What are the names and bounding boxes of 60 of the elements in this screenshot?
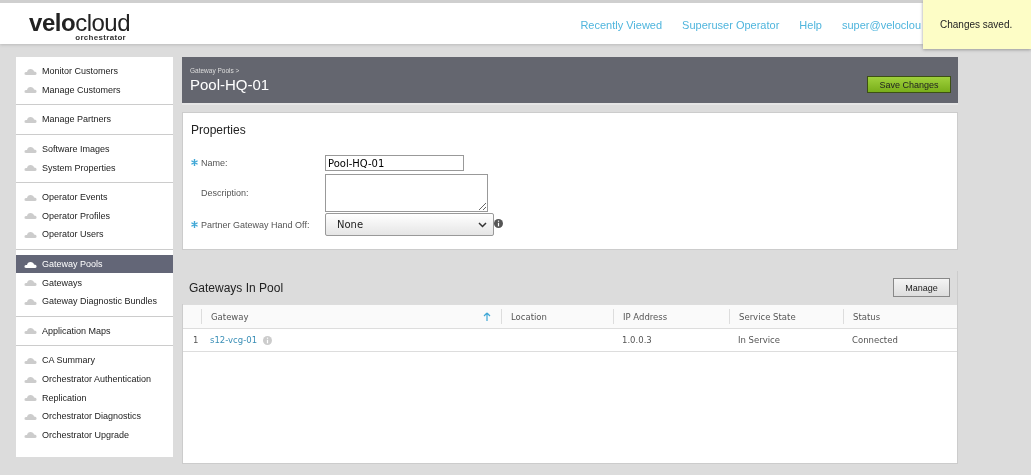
name-field[interactable]: Pool-HQ-01 (325, 155, 464, 171)
gateway-link[interactable]: s12-vcg-01 (210, 335, 258, 345)
sidebar-item[interactable]: Gateway Pools (16, 254, 173, 274)
cloud-icon (24, 212, 37, 220)
sidebar-item[interactable]: Software Images (16, 139, 173, 159)
column-header[interactable]: Location (511, 311, 547, 322)
sidebar-item[interactable]: Orchestrator Diagnostics (16, 406, 173, 426)
cloud-icon (24, 297, 37, 305)
dropdown[interactable]: None (325, 213, 494, 236)
cloud-icon (24, 145, 37, 153)
sidebar-item[interactable]: Orchestrator Authentication (16, 369, 173, 389)
cloud-icon (24, 67, 37, 75)
sidebar-item[interactable]: Manage Partners (16, 110, 173, 129)
cloud-icon (24, 116, 37, 123)
sidebar-item[interactable]: System Properties (16, 158, 173, 177)
table-cell: 1.0.0.3 (622, 335, 652, 345)
toast-message: Changes saved. (923, 0, 1031, 49)
cloud-icon (24, 260, 37, 268)
sidebar-item[interactable]: Orchestrator Upgrade (16, 425, 173, 445)
table-cell: Connected (852, 335, 898, 345)
column-header[interactable]: IP Address (623, 311, 668, 322)
cloud-icon (24, 164, 37, 172)
sidebar-item[interactable]: Application Maps (16, 321, 173, 341)
sidebar-item[interactable]: Gateway Diagnostic Bundles (16, 291, 173, 311)
manage-button[interactable]: Manage (893, 278, 950, 297)
sidebar-item[interactable]: Gateways (16, 273, 173, 292)
cloud-icon (24, 431, 37, 439)
logo[interactable]: velocloud orchestrator (22, 12, 130, 42)
info-icon[interactable] (494, 219, 503, 228)
cloud-icon (24, 193, 37, 201)
chevron-down-icon (478, 221, 487, 228)
cloud-icon (24, 327, 37, 335)
description-field[interactable] (325, 174, 488, 212)
page-title: Pool-HQ-01 (190, 76, 270, 93)
cloud-icon (24, 412, 37, 420)
table-cell: In Service (738, 335, 780, 345)
section-title: Gateways In Pool (189, 280, 284, 295)
cloud-icon (24, 279, 37, 287)
field-label: Name: (201, 158, 229, 168)
sidebar-item[interactable]: Monitor Customers (16, 62, 173, 81)
sidebar-item[interactable]: Manage Customers (16, 80, 173, 100)
column-header[interactable]: Gateway (211, 311, 249, 322)
sidebar-item[interactable]: Operator Events (16, 187, 173, 207)
save-changes-button[interactable]: Save Changes (867, 76, 951, 93)
section-title: Properties (191, 123, 247, 137)
column-header[interactable]: Service State (739, 311, 796, 322)
cloud-icon (24, 86, 37, 94)
sidebar-item[interactable]: Operator Users (16, 225, 173, 244)
cloud-icon (24, 375, 37, 383)
field-label: Partner Gateway Hand Off: (201, 219, 311, 230)
cloud-icon (24, 394, 37, 402)
sort-arrow-icon[interactable] (483, 311, 491, 322)
field-label: Description: (201, 188, 250, 198)
cloud-icon (24, 356, 37, 364)
row-number: 1 (192, 335, 200, 345)
sidebar-item[interactable]: Replication (16, 388, 173, 407)
column-header[interactable]: Status (853, 311, 881, 322)
cloud-icon (24, 230, 37, 238)
sidebar-item[interactable]: Operator Profiles (16, 206, 173, 226)
sidebar-item[interactable]: CA Summary (16, 351, 173, 370)
